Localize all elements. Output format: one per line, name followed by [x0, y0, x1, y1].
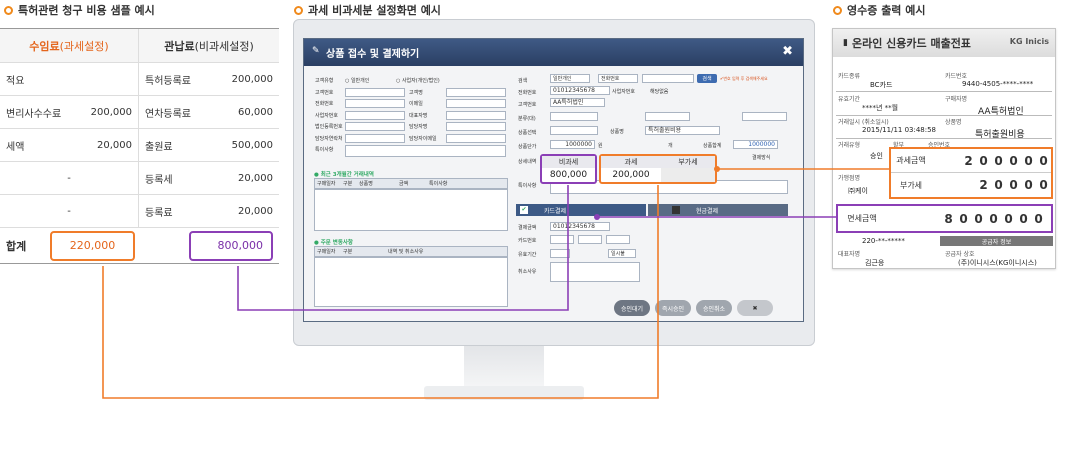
purple-connector-bottom — [237, 185, 569, 311]
connector-lines — [102, 166, 889, 399]
orange-dot — [714, 166, 720, 172]
purple-dot — [594, 214, 600, 220]
orange-connector-bottom — [102, 185, 659, 399]
